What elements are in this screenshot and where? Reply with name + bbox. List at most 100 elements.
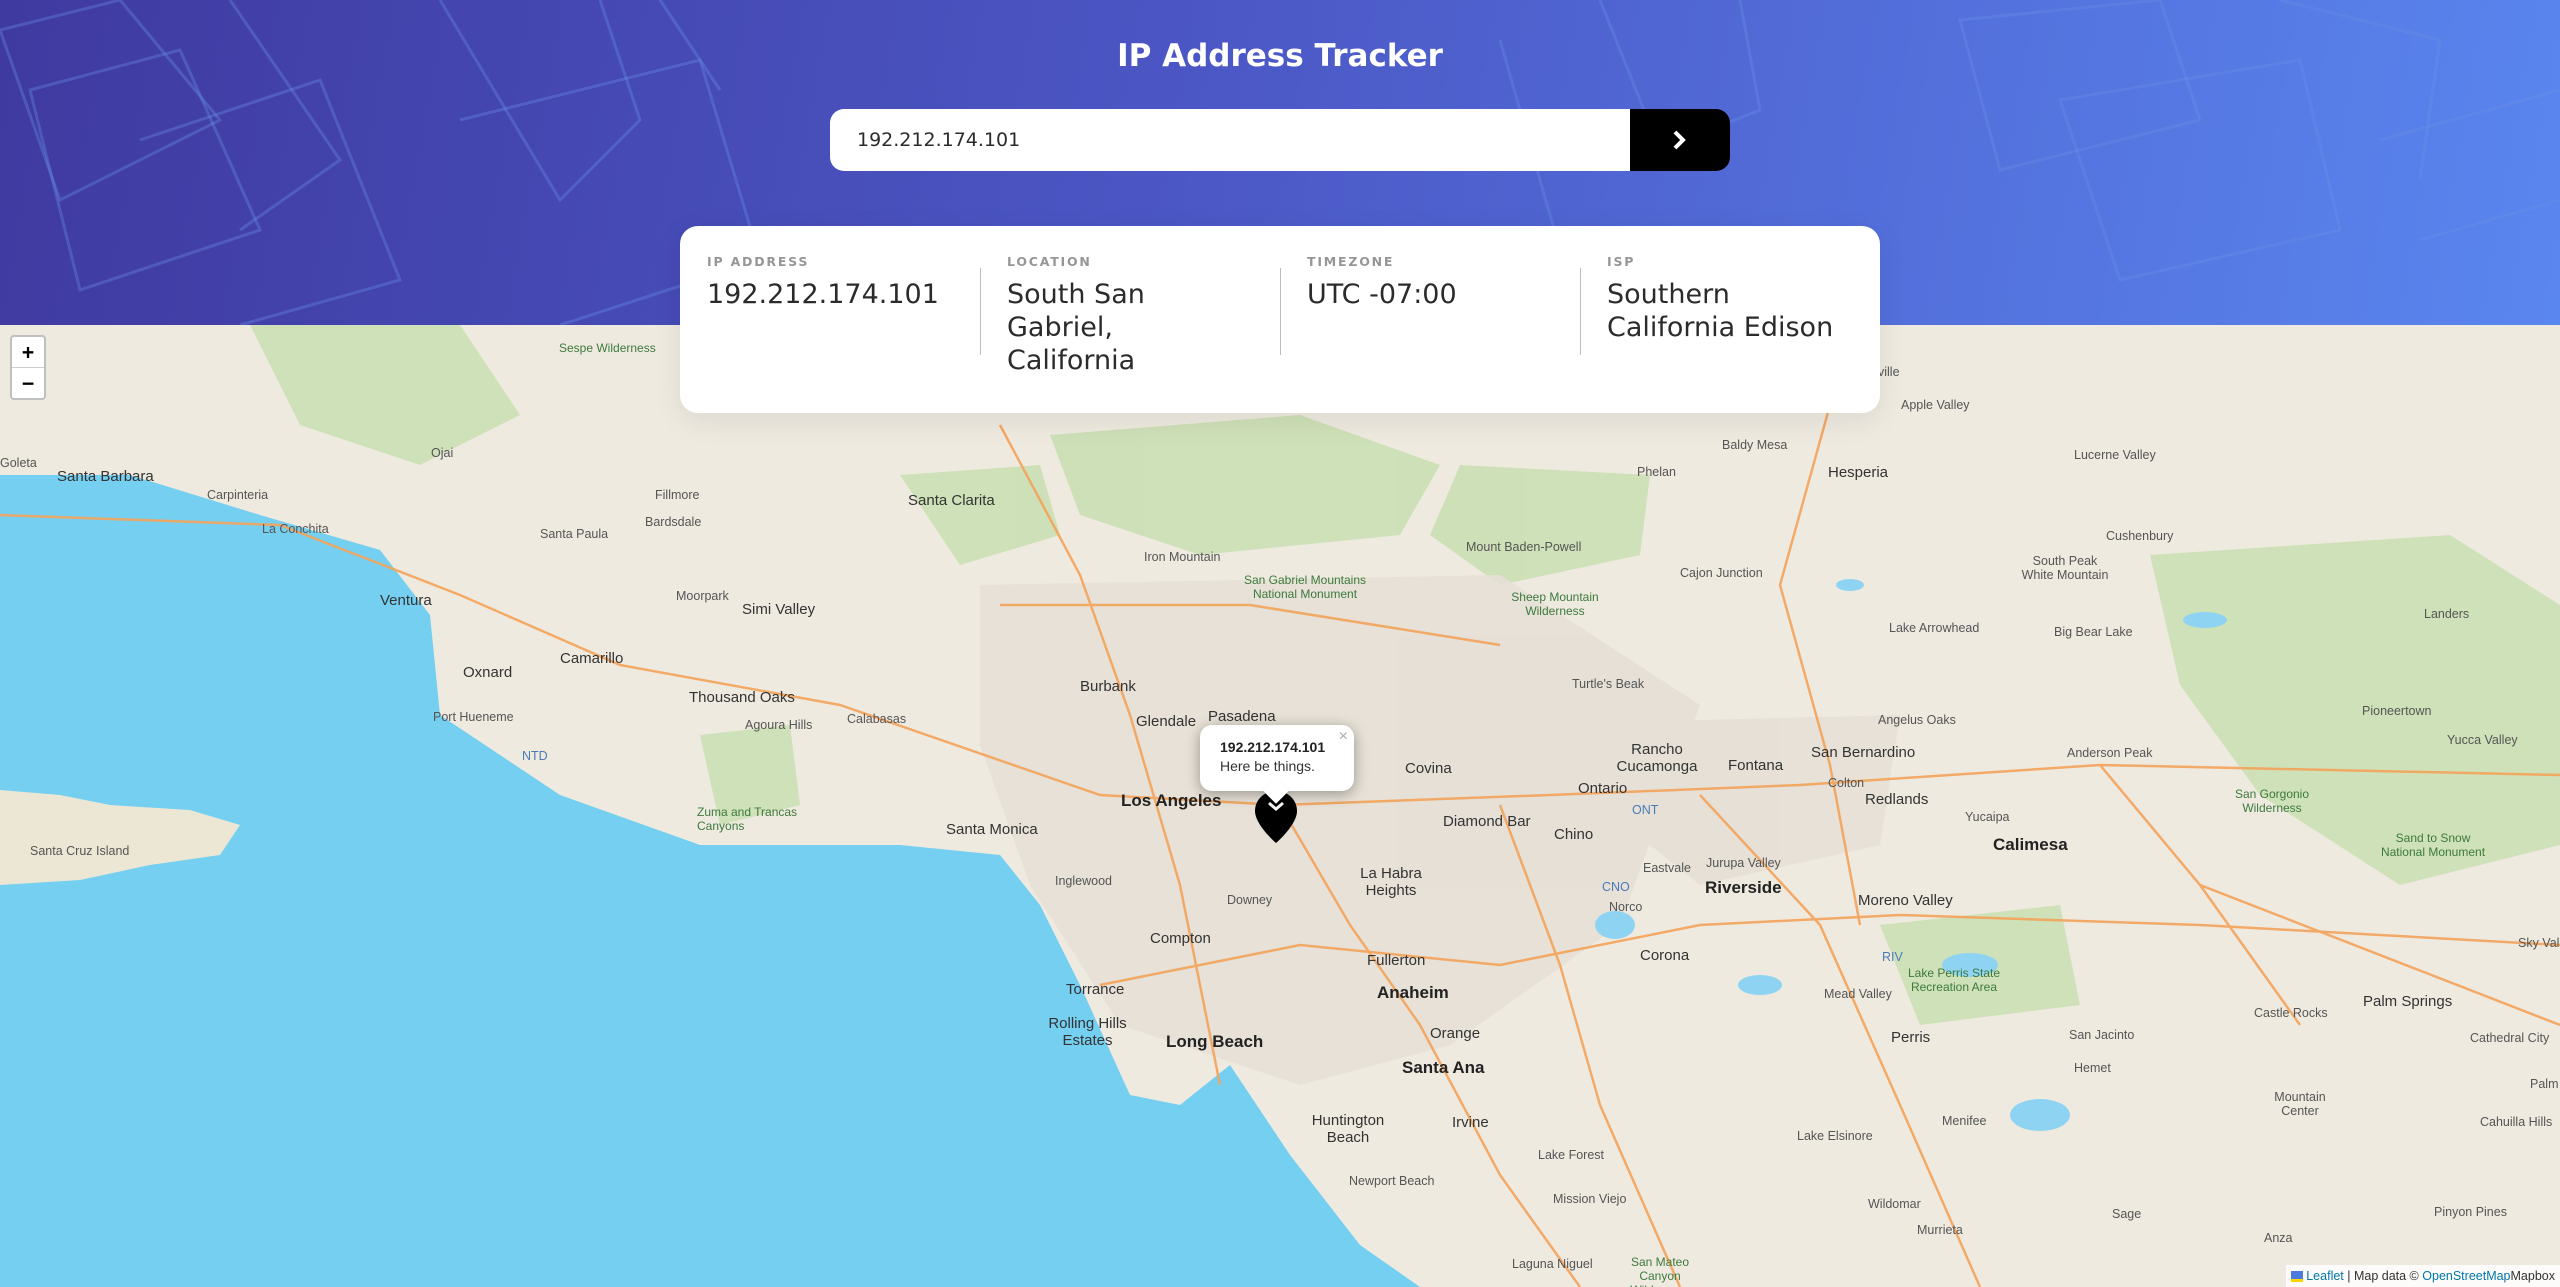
map-label: Fontana [1728, 757, 1784, 774]
map-label: Landers [2424, 607, 2470, 621]
map-label: Thousand Oaks [689, 689, 795, 706]
airport-label: RIV [1882, 950, 1903, 964]
map-label: Ventura [380, 592, 432, 609]
map-label: Cahuilla Hills [2480, 1115, 2553, 1129]
map-label: Mount Baden-Powell [1466, 540, 1582, 554]
map-label: Calabasas [847, 712, 907, 726]
map-label: Bardsdale [645, 515, 702, 529]
map-label: Sespe Wilderness [559, 341, 656, 355]
map-label: Lucerne Valley [2074, 448, 2156, 462]
search-submit-button[interactable] [1630, 109, 1730, 171]
info-timezone: TIMEZONE UTC -07:00 [1280, 254, 1580, 413]
map-label: Ojai [431, 446, 454, 460]
map-label: Lake Forest [1538, 1148, 1605, 1162]
info-value: UTC -07:00 [1307, 279, 1457, 310]
map-label: Simi Valley [742, 601, 816, 618]
map-label: Burbank [1080, 678, 1136, 695]
map-label: Palm Springs [2363, 993, 2453, 1010]
map-label: Apple Valley [1901, 398, 1970, 412]
flag-icon [2290, 1271, 2303, 1283]
info-label: IP ADDRESS [707, 254, 810, 269]
map-label: Calimesa [1993, 835, 2068, 854]
map-label: San Jacinto [2069, 1028, 2135, 1042]
map-attribution: Leaflet | Map data © OpenStreetMapMapbox [2285, 1265, 2560, 1287]
map-view[interactable]: Los Angeles Santa Monica Pasadena Glenda… [0, 325, 2560, 1287]
map-label: Pioneertown [2362, 704, 2432, 718]
airport-label: NTD [522, 749, 548, 763]
zoom-in-button[interactable]: + [12, 337, 44, 367]
airport-label: ONT [1632, 803, 1659, 817]
marker-popup: × 192.212.174.101 Here be things. [1200, 725, 1354, 791]
map-label: Iron Mountain [1144, 550, 1221, 564]
map-label: Camarillo [560, 650, 624, 667]
page-title: IP Address Tracker [1117, 38, 1443, 74]
map-label: San Gabriel Mountains National Monument [1243, 573, 1367, 601]
map-label: San Bernardino [1811, 744, 1916, 761]
map-label: Moorpark [676, 589, 729, 603]
map-label: Chino [1554, 826, 1594, 843]
map-label: Menifee [1942, 1114, 1987, 1128]
map-label: Anaheim [1377, 983, 1449, 1002]
zoom-out-button[interactable]: − [12, 367, 44, 398]
map-label: Fullerton [1367, 952, 1426, 969]
map-label: Hesperia [1828, 464, 1889, 481]
map-label: Turtle's Beak [1572, 677, 1645, 691]
osm-link[interactable]: OpenStreetMap [2422, 1269, 2510, 1283]
map-label: Lake Elsinore [1797, 1129, 1873, 1143]
map-label: Zuma and Trancas Canyons [697, 805, 798, 833]
info-location: LOCATION South San Gabriel, California [980, 254, 1280, 413]
map-label: Irvine [1452, 1114, 1489, 1131]
map-label: Wildomar [1868, 1197, 1921, 1211]
map-label: Perris [1891, 1029, 1931, 1046]
map-label: Santa Cruz Island [30, 844, 130, 858]
map-label: Angelus Oaks [1878, 713, 1956, 727]
map-label: Oxnard [463, 664, 513, 681]
map-label: Eastvale [1643, 861, 1691, 875]
map-label: Anderson Peak [2067, 746, 2153, 760]
map-label: Moreno Valley [1858, 892, 1953, 909]
map-label: Port Hueneme [433, 710, 514, 724]
map-label: Santa Clarita [908, 492, 995, 509]
map-label: Santa Barbara [57, 468, 154, 485]
map-label: Santa Paula [540, 527, 609, 541]
map-label: Fillmore [655, 488, 700, 502]
map-label: Goleta [0, 456, 37, 470]
map-label: Compton [1150, 930, 1211, 947]
airport-label: CNO [1602, 880, 1630, 894]
map-label: Norco [1609, 900, 1643, 914]
map-label: Ontario [1578, 780, 1628, 797]
map-label: Inglewood [1055, 874, 1112, 888]
map-label: Santa Monica [946, 821, 1038, 838]
ip-search-input[interactable] [830, 109, 1630, 171]
popup-title: 192.212.174.101 [1220, 739, 1326, 755]
map-label: Yucca Valley [2447, 733, 2518, 747]
map-label: La Habra Heights [1360, 865, 1422, 899]
map-label: Hemet [2074, 1061, 2111, 1075]
map-label: Anza [2264, 1231, 2293, 1245]
map-label: Yucaipa [1965, 810, 2010, 824]
map-label: ville [1878, 365, 1900, 379]
leaflet-link[interactable]: Leaflet [2306, 1269, 2344, 1283]
info-isp: ISP Southern California Edison [1580, 254, 1880, 413]
map-label: Sand to Snow National Monument [2380, 831, 2486, 859]
map-label: Downey [1227, 893, 1273, 907]
zoom-control: + − [10, 335, 46, 400]
popup-close-button[interactable]: × [1339, 728, 1348, 746]
map-label: Sage [2112, 1207, 2142, 1221]
map-label: Sheep Mountain Wilderness [1511, 590, 1599, 618]
info-label: LOCATION [1007, 254, 1092, 269]
info-value: South San Gabriel, California [1007, 279, 1145, 376]
map-label: Pinyon Pines [2434, 1205, 2507, 1219]
map-label: Baldy Mesa [1722, 438, 1788, 452]
map-label: Mountain Center [2274, 1090, 2326, 1118]
chevron-right-icon [1673, 130, 1686, 150]
map-label: Diamond Bar [1443, 813, 1531, 830]
map-label: Orange [1430, 1025, 1481, 1042]
map-label: Santa Ana [1402, 1058, 1485, 1077]
map-label: Palm Deser [2530, 1077, 2560, 1091]
map-label: Covina [1405, 760, 1452, 777]
map-label: Lake Arrowhead [1889, 621, 1980, 635]
map-label: Phelan [1637, 465, 1676, 479]
map-label: Castle Rocks [2254, 1006, 2328, 1020]
popup-text: Here be things. [1220, 758, 1315, 774]
